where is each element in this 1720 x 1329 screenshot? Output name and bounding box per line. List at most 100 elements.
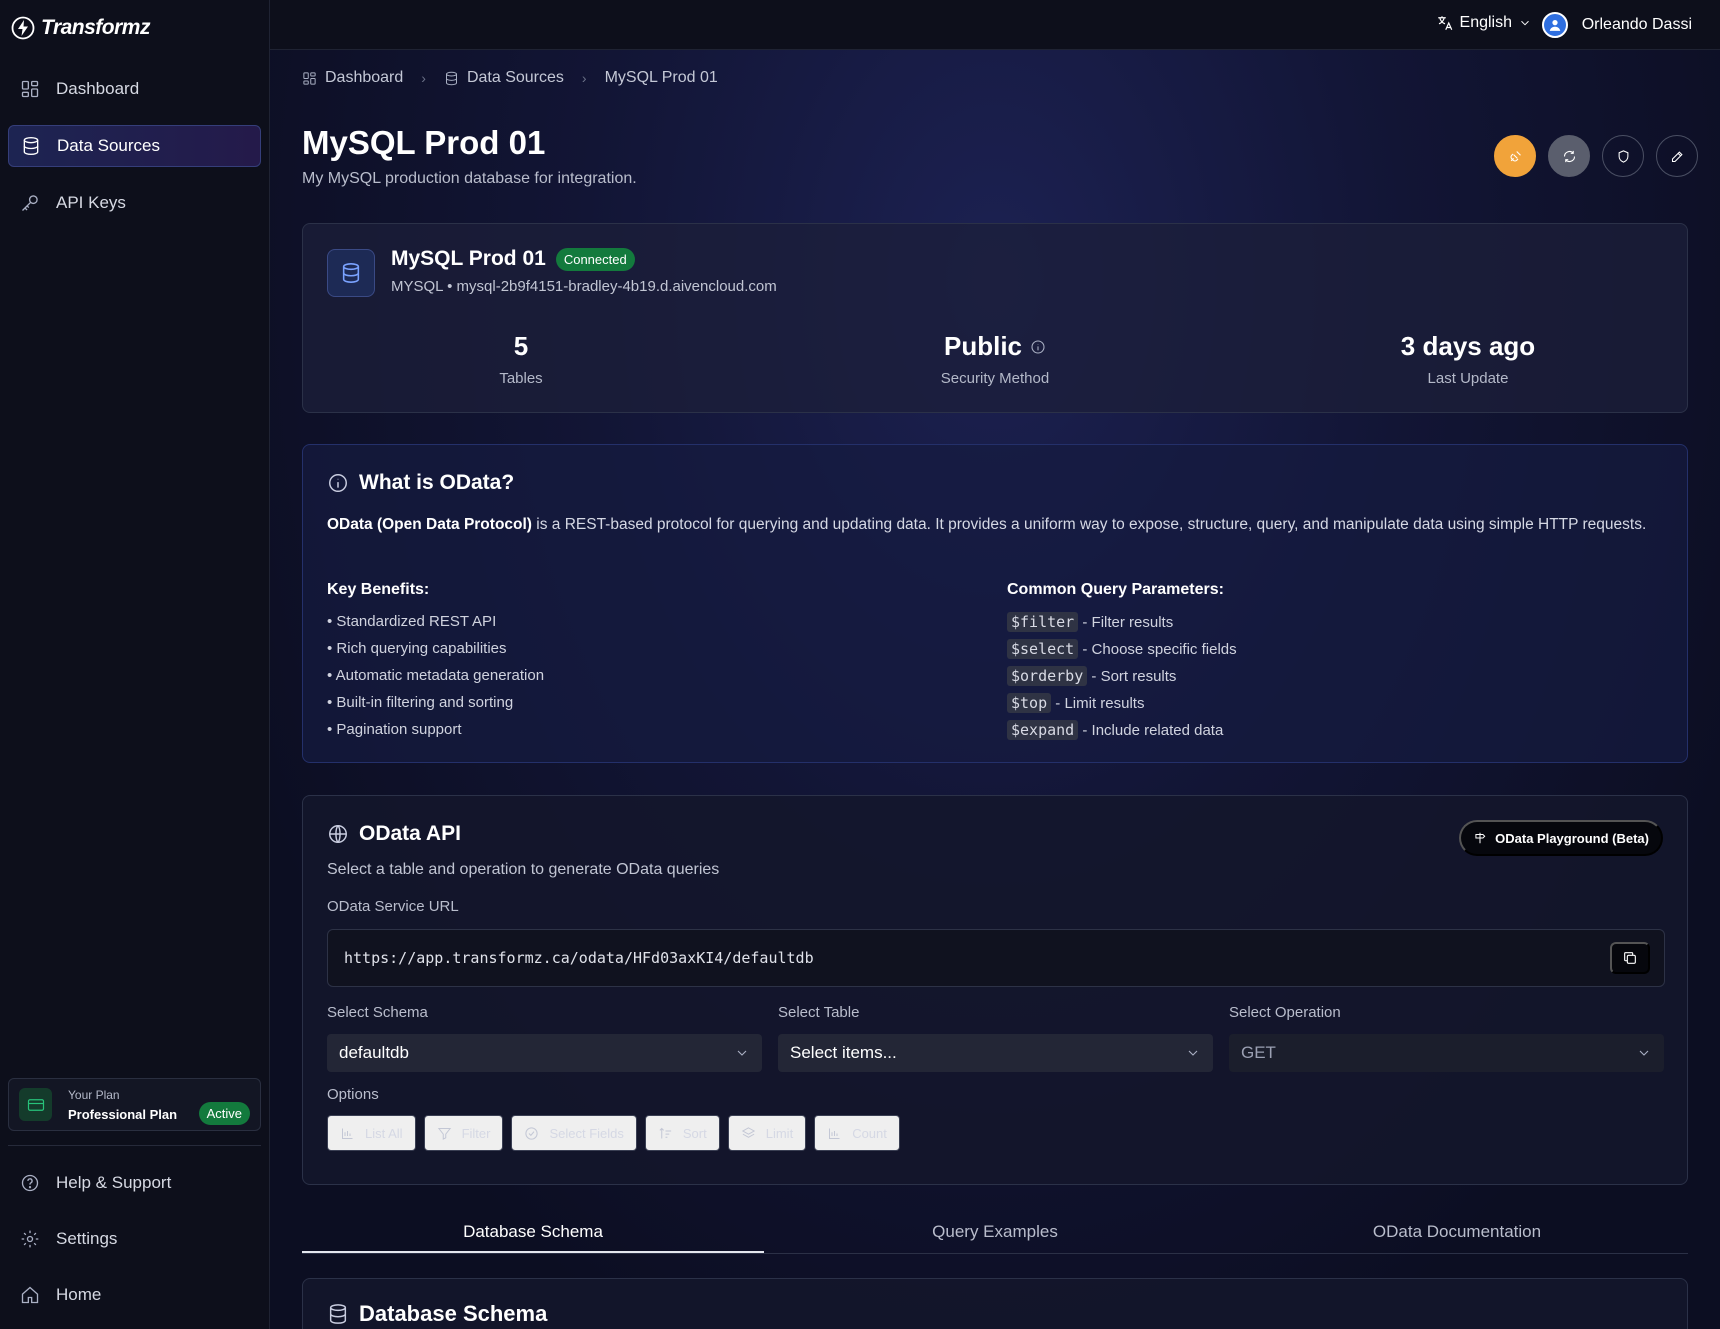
- gear-icon: [21, 1230, 39, 1248]
- sidebar-item-label: Data Sources: [57, 136, 160, 155]
- table-select-value: Select items...: [790, 1043, 897, 1062]
- tab-odata-documentation[interactable]: OData Documentation: [1226, 1210, 1688, 1253]
- app-logo[interactable]: Transformz: [11, 16, 150, 40]
- sidebar-nav: Dashboard Data Sources API Keys: [8, 68, 261, 239]
- plan-card[interactable]: Your Plan Professional Plan Active: [8, 1078, 261, 1131]
- stat-value: 3 days ago: [1400, 331, 1536, 361]
- edit-button[interactable]: [1656, 135, 1698, 177]
- page-title: MySQL Prod 01: [302, 124, 546, 161]
- stat-last-update: 3 days ago Last Update: [1318, 331, 1618, 387]
- odata-info-rest: is a REST-based protocol for querying an…: [531, 516, 1647, 533]
- odata-playground-button[interactable]: OData Playground (Beta): [1459, 820, 1663, 856]
- sidebar-item-home[interactable]: Home: [8, 1274, 261, 1316]
- option-label: Select Fields: [549, 1125, 624, 1141]
- bolt-logo-icon: [11, 16, 35, 40]
- info-icon: [329, 474, 347, 492]
- sidebar: Transformz Dashboard Data Sources API Ke…: [0, 0, 270, 1329]
- option-limit-button[interactable]: Limit: [727, 1115, 807, 1151]
- help-icon: [21, 1174, 39, 1192]
- sort-icon: [659, 1127, 672, 1138]
- options-label: Options: [327, 1086, 379, 1103]
- grid-icon: [303, 71, 316, 85]
- list-item: $top - Limit results: [1007, 693, 1237, 720]
- security-button[interactable]: [1602, 135, 1644, 177]
- stat-label: Tables: [499, 370, 543, 387]
- stat-tables: 5 Tables: [371, 331, 671, 387]
- layers-icon: [741, 1126, 755, 1138]
- odata-api-title: OData API: [359, 822, 461, 845]
- avatar: [1541, 12, 1568, 38]
- odata-api-subtitle: Select a table and operation to generate…: [327, 861, 720, 878]
- signpost-icon: [1475, 832, 1486, 844]
- refresh-icon: [1563, 150, 1575, 162]
- param-desc: - Include related data: [1078, 722, 1224, 739]
- odata-api-card: OData API Select a table and operation t…: [302, 795, 1688, 1185]
- schema-select[interactable]: defaultdb: [327, 1034, 762, 1072]
- source-name-row: MySQL Prod 01 Connected: [391, 247, 635, 271]
- breadcrumb-label: MySQL Prod 01: [604, 69, 718, 86]
- sidebar-item-help-support[interactable]: Help & Support: [8, 1162, 261, 1204]
- page-actions: [1494, 135, 1698, 177]
- option-count-button[interactable]: Count: [814, 1115, 900, 1151]
- sidebar-item-data-sources[interactable]: Data Sources: [8, 125, 261, 167]
- option-filter-button[interactable]: Filter: [423, 1115, 504, 1151]
- operation-select[interactable]: GET: [1229, 1034, 1664, 1072]
- list-item: • Automatic metadata generation: [327, 667, 545, 684]
- breadcrumb-data-sources[interactable]: Data Sources: [444, 69, 564, 87]
- key-benefits-title: Key Benefits:: [327, 581, 430, 598]
- sidebar-item-label: Settings: [56, 1229, 118, 1248]
- database-schema-title-row: Database Schema: [327, 1301, 547, 1327]
- chevron-right-icon: ›: [421, 70, 426, 86]
- options-group: List All Filter Select Fields Sort Limit…: [327, 1115, 900, 1151]
- option-list-all-button[interactable]: List All: [327, 1115, 416, 1151]
- plan-name: Professional Plan: [68, 1106, 178, 1122]
- plan-status-badge: Active: [198, 1102, 250, 1125]
- refresh-button[interactable]: [1548, 135, 1590, 177]
- param-code: $select: [1007, 639, 1079, 659]
- language-selector[interactable]: English: [1436, 14, 1532, 32]
- copy-icon: [1624, 952, 1636, 964]
- sidebar-item-api-keys[interactable]: API Keys: [8, 182, 261, 224]
- query-params-title: Common Query Parameters:: [1007, 581, 1224, 598]
- bar-chart-icon: [342, 1128, 353, 1139]
- operation-select-value: GET: [1241, 1043, 1276, 1062]
- plan-icon-box: [19, 1088, 52, 1121]
- info-icon[interactable]: [1030, 339, 1046, 355]
- table-select[interactable]: Select items...: [778, 1034, 1213, 1072]
- param-desc: - Filter results: [1078, 614, 1174, 631]
- language-label: English: [1459, 14, 1512, 31]
- list-item: • Pagination support: [327, 721, 462, 738]
- breadcrumb: Dashboard › Data Sources › MySQL Prod 01: [302, 69, 718, 87]
- breadcrumb-dashboard[interactable]: Dashboard: [302, 69, 403, 87]
- database-icon: [445, 71, 457, 85]
- service-url-label: OData Service URL: [327, 898, 459, 915]
- option-select-fields-button[interactable]: Select Fields: [511, 1115, 637, 1151]
- tab-query-examples[interactable]: Query Examples: [764, 1210, 1226, 1253]
- stat-value: 5: [513, 331, 529, 361]
- sidebar-item-label: Dashboard: [56, 79, 140, 98]
- chevron-down-icon: [1639, 1050, 1649, 1056]
- odata-info-bold: OData (Open Data Protocol): [327, 516, 532, 533]
- tab-database-schema[interactable]: Database Schema: [302, 1210, 764, 1253]
- list-item: $filter - Filter results: [1007, 612, 1237, 639]
- sidebar-item-label: API Keys: [56, 193, 126, 212]
- service-url-field[interactable]: https://app.transformz.ca/odata/HFd03axK…: [327, 929, 1665, 987]
- copy-url-button[interactable]: [1610, 942, 1650, 974]
- option-sort-button[interactable]: Sort: [644, 1115, 720, 1151]
- data-source-summary-card: MySQL Prod 01 Connected MYSQL • mysql-2b…: [302, 223, 1688, 413]
- list-item: $orderby - Sort results: [1007, 666, 1237, 693]
- user-menu[interactable]: Orleando Dassi: [1541, 12, 1692, 38]
- main-content: Dashboard › Data Sources › MySQL Prod 01…: [270, 50, 1720, 1329]
- source-name: MySQL Prod 01: [391, 247, 546, 270]
- sidebar-item-settings[interactable]: Settings: [8, 1218, 261, 1260]
- source-host: MYSQL • mysql-2b9f4151-bradley-4b19.d.ai…: [391, 278, 777, 295]
- table-select-label: Select Table: [778, 1004, 860, 1021]
- globe-icon: [329, 825, 347, 843]
- list-item: • Built-in filtering and sorting: [327, 694, 514, 711]
- test-connection-button[interactable]: [1494, 135, 1536, 177]
- topbar: English Orleando Dassi: [270, 0, 1720, 50]
- app-name: Transformz: [41, 16, 150, 39]
- filter-icon: [437, 1127, 451, 1140]
- sidebar-item-dashboard[interactable]: Dashboard: [8, 68, 261, 110]
- schema-select-value: defaultdb: [339, 1043, 409, 1062]
